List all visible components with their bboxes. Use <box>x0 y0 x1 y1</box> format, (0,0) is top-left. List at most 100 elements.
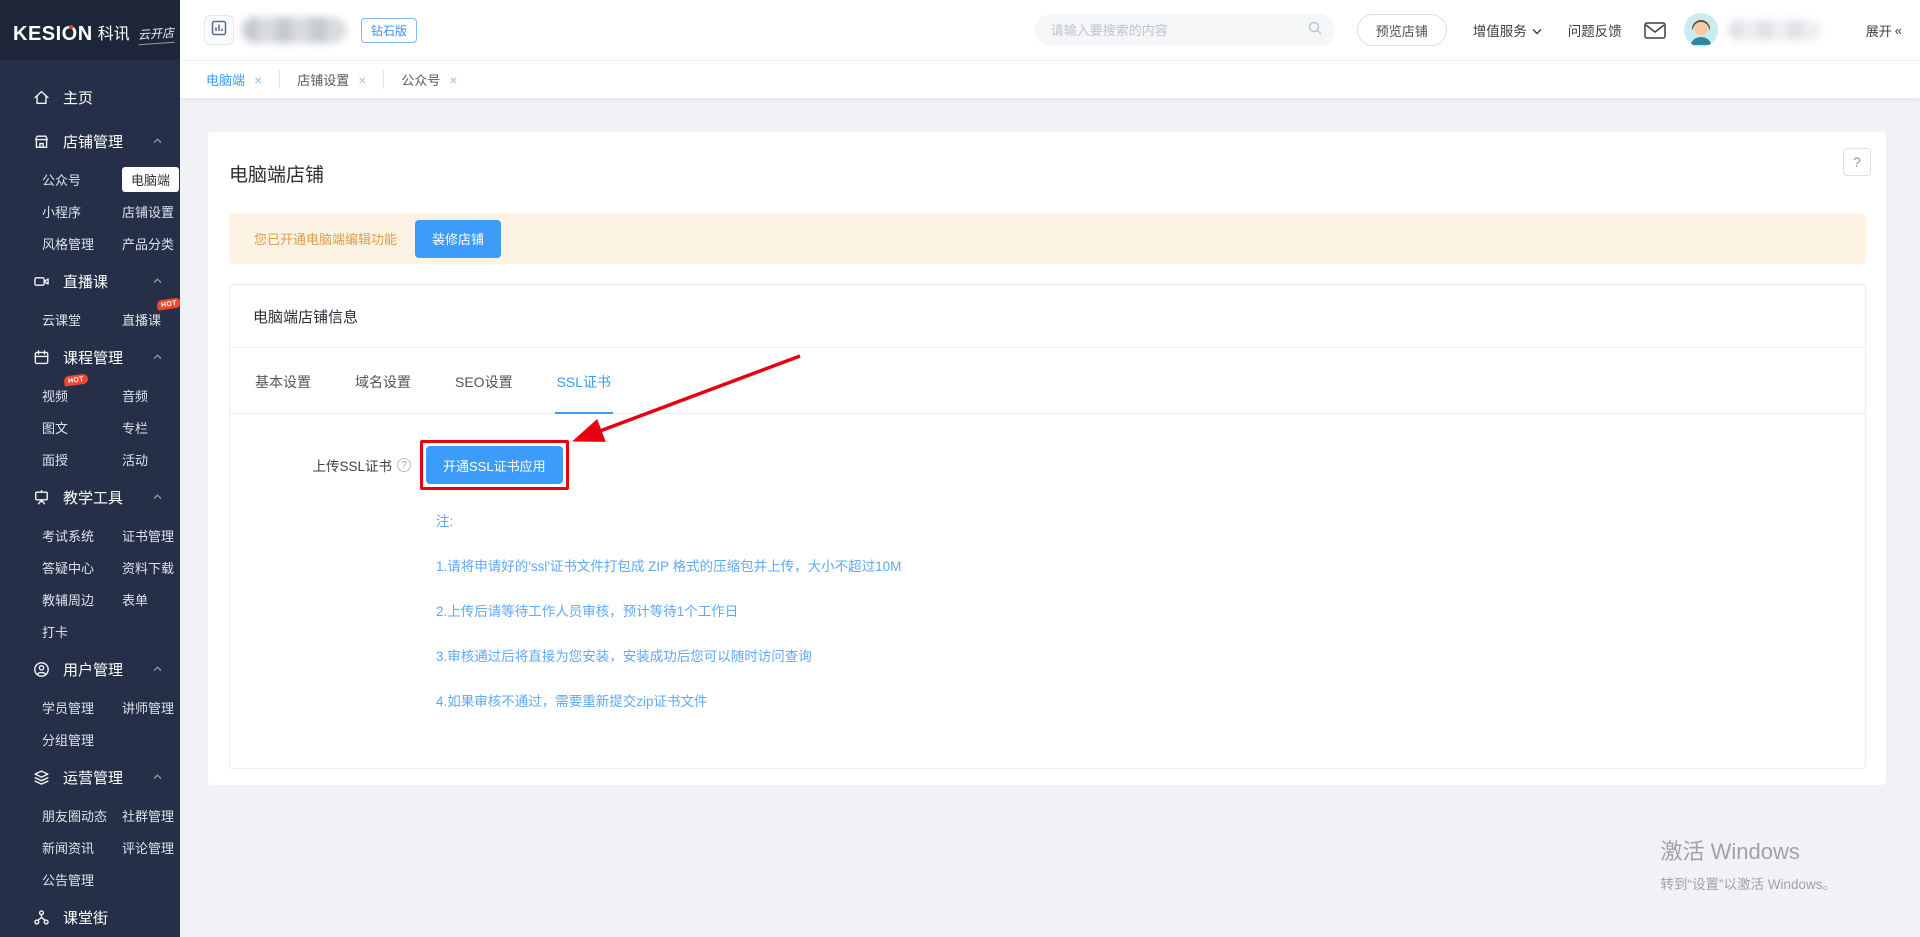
notes-list: 注: 1.请将申请好的'ssl'证书文件打包成 ZIP 格式的压缩包并上传，大小… <box>436 510 1841 710</box>
sidebar-section-items: 公众号 电脑端小程序 店铺设置风格管理 产品分类 <box>0 163 180 259</box>
preview-store-button[interactable]: 预览店铺 <box>1357 14 1447 46</box>
sidebar-section-items: 视频HOT 音频图文 专栏面授 活动 <box>0 379 180 475</box>
sidebar-item-面授[interactable]: 面授 <box>42 443 68 475</box>
sidebar-section-2[interactable]: 直播课 <box>0 259 180 303</box>
store-info-title: 电脑端店铺信息 <box>230 285 1865 348</box>
decorate-store-button[interactable]: 装修店铺 <box>415 220 501 258</box>
notes-title: 注: <box>436 510 1841 530</box>
sidebar-item-讲师管理[interactable]: 讲师管理 <box>122 691 174 723</box>
tab-电脑端[interactable]: 电脑端× <box>206 70 262 89</box>
sidebar-item-label: 小程序 <box>42 202 81 221</box>
mail-icon[interactable] <box>1644 22 1666 39</box>
sidebar-item-答疑中心[interactable]: 答疑中心 <box>42 551 94 583</box>
settings-tab-SSL证书[interactable]: SSL证书 <box>555 348 613 413</box>
windows-activation-watermark: 激活 Windows 转到“设置”以激活 Windows。 <box>1660 834 1836 893</box>
sidebar-item-证书管理[interactable]: 证书管理 <box>122 519 174 551</box>
sidebar-section-label: 课程管理 <box>63 347 123 368</box>
sidebar-section-0[interactable]: 主页 <box>0 75 180 119</box>
sidebar-item-label: 面授 <box>42 450 68 469</box>
sidebar-item-label: 视频HOT <box>42 386 68 405</box>
sidebar-item-label: 风格管理 <box>42 234 94 253</box>
sidebar-item-label: 专栏 <box>122 418 148 437</box>
value-services-menu[interactable]: 增值服务 <box>1473 20 1542 40</box>
sidebar-section-5[interactable]: 用户管理 <box>0 647 180 691</box>
brand-logo-script: 云开店 <box>137 25 174 45</box>
value-services-label: 增值服务 <box>1473 20 1527 40</box>
settings-tab-基本设置[interactable]: 基本设置 <box>253 348 313 413</box>
ssl-upload-label-wrap: 上传SSL证书 ? <box>253 455 411 475</box>
sidebar-item-label: 表单 <box>122 590 148 609</box>
sidebar-section-items: 学员管理讲师管理分组管理 <box>0 691 180 755</box>
sidebar-item-label: 电脑端 <box>122 167 179 192</box>
sidebar-item-label: 产品分类 <box>122 234 174 253</box>
close-icon[interactable]: × <box>254 73 262 87</box>
street-icon <box>33 909 50 926</box>
expand-toggle[interactable]: 展开 « <box>1866 21 1902 40</box>
avatar[interactable] <box>1684 13 1718 47</box>
sidebar-nav: 主页店铺管理公众号 电脑端小程序 店铺设置风格管理 产品分类直播课云课堂 直播课HOT 课… <box>0 60 180 937</box>
note-line: 2.上传后请等待工作人员审核，预计等待1个工作日 <box>436 600 1841 620</box>
tab-公众号[interactable]: 公众号× <box>383 70 457 89</box>
close-icon[interactable]: × <box>358 73 366 87</box>
settings-tab-域名设置[interactable]: 域名设置 <box>353 348 413 413</box>
sidebar-item-直播课[interactable]: 直播课HOT <box>122 303 161 335</box>
sidebar-item-音频[interactable]: 音频 <box>122 379 148 411</box>
sidebar-item-label: 活动 <box>122 450 148 469</box>
sidebar-item-公告管理[interactable]: 公告管理 <box>42 863 94 895</box>
tab-店铺设置[interactable]: 店铺设置× <box>279 70 366 89</box>
question-circle-icon[interactable]: ? <box>397 458 411 472</box>
sidebar-item-电脑端[interactable]: 电脑端 <box>122 163 179 195</box>
ssl-upload-row: 上传SSL证书 ? 开通SSL证书应用 <box>253 440 1841 490</box>
sidebar-item-专栏[interactable]: 专栏 <box>122 411 148 443</box>
close-icon[interactable]: × <box>449 73 457 87</box>
sidebar-item-店铺设置[interactable]: 店铺设置 <box>122 195 174 227</box>
global-search <box>1035 14 1335 46</box>
sidebar-item-朋友圈动态[interactable]: 朋友圈动态 <box>42 799 107 831</box>
sidebar-item-风格管理[interactable]: 风格管理 <box>42 227 94 259</box>
sidebar-item-小程序[interactable]: 小程序 <box>42 195 81 227</box>
sidebar-item-活动[interactable]: 活动 <box>122 443 148 475</box>
sidebar-item-label: 朋友圈动态 <box>42 806 107 825</box>
sidebar-item-视频[interactable]: 视频HOT <box>42 379 68 411</box>
sidebar-item-评论管理[interactable]: 评论管理 <box>122 831 174 863</box>
sidebar-item-label: 答疑中心 <box>42 558 94 577</box>
home-icon <box>33 89 50 106</box>
sidebar-item-教辅周边[interactable]: 教辅周边 <box>42 583 94 615</box>
sidebar-item-label: 资料下载 <box>122 558 174 577</box>
sidebar-item-社群管理[interactable]: 社群管理 <box>122 799 174 831</box>
feedback-link[interactable]: 问题反馈 <box>1568 20 1622 40</box>
sidebar-item-图文[interactable]: 图文 <box>42 411 68 443</box>
search-icon[interactable] <box>1307 20 1323 41</box>
sidebar-section-label: 课堂街 <box>63 907 108 928</box>
user-icon <box>33 661 50 678</box>
sidebar-section-4[interactable]: 教学工具 <box>0 475 180 519</box>
plan-badge[interactable]: 钻石版 <box>361 18 417 43</box>
brand-logo-text: KESION <box>13 24 93 44</box>
sidebar-section-6[interactable]: 运营管理 <box>0 755 180 799</box>
sidebar-item-云课堂[interactable]: 云课堂 <box>42 303 81 335</box>
sidebar-section-7[interactable]: 课堂街 <box>0 895 180 937</box>
search-input[interactable] <box>1051 23 1307 38</box>
sidebar-item-分组管理[interactable]: 分组管理 <box>42 723 94 755</box>
sidebar-item-新闻资讯[interactable]: 新闻资讯 <box>42 831 94 863</box>
sidebar-item-打卡[interactable]: 打卡 <box>42 615 68 647</box>
note-line: 1.请将申请好的'ssl'证书文件打包成 ZIP 格式的压缩包并上传，大小不超过… <box>436 555 1841 575</box>
settings-tab-SEO设置[interactable]: SEO设置 <box>453 348 515 413</box>
sidebar-item-考试系统[interactable]: 考试系统 <box>42 519 94 551</box>
help-button[interactable]: ? <box>1843 148 1871 176</box>
sidebar-section-3[interactable]: 课程管理 <box>0 335 180 379</box>
sidebar-item-学员管理[interactable]: 学员管理 <box>42 691 94 723</box>
live-icon <box>33 273 50 290</box>
banner-text: 您已开通电脑端编辑功能 <box>254 229 397 248</box>
sidebar-item-产品分类[interactable]: 产品分类 <box>122 227 174 259</box>
chevron-down-icon <box>1532 23 1542 38</box>
sidebar-item-表单[interactable]: 表单 <box>122 583 148 615</box>
chevron-up-icon <box>153 666 162 672</box>
store-stats-button[interactable] <box>204 15 234 45</box>
sidebar-item-公众号[interactable]: 公众号 <box>42 163 81 195</box>
open-ssl-button[interactable]: 开通SSL证书应用 <box>426 446 563 484</box>
sidebar-item-资料下载[interactable]: 资料下载 <box>122 551 174 583</box>
sidebar-section-1[interactable]: 店铺管理 <box>0 119 180 163</box>
ssl-upload-label: 上传SSL证书 <box>312 455 392 475</box>
sidebar-section-label: 直播课 <box>63 271 108 292</box>
